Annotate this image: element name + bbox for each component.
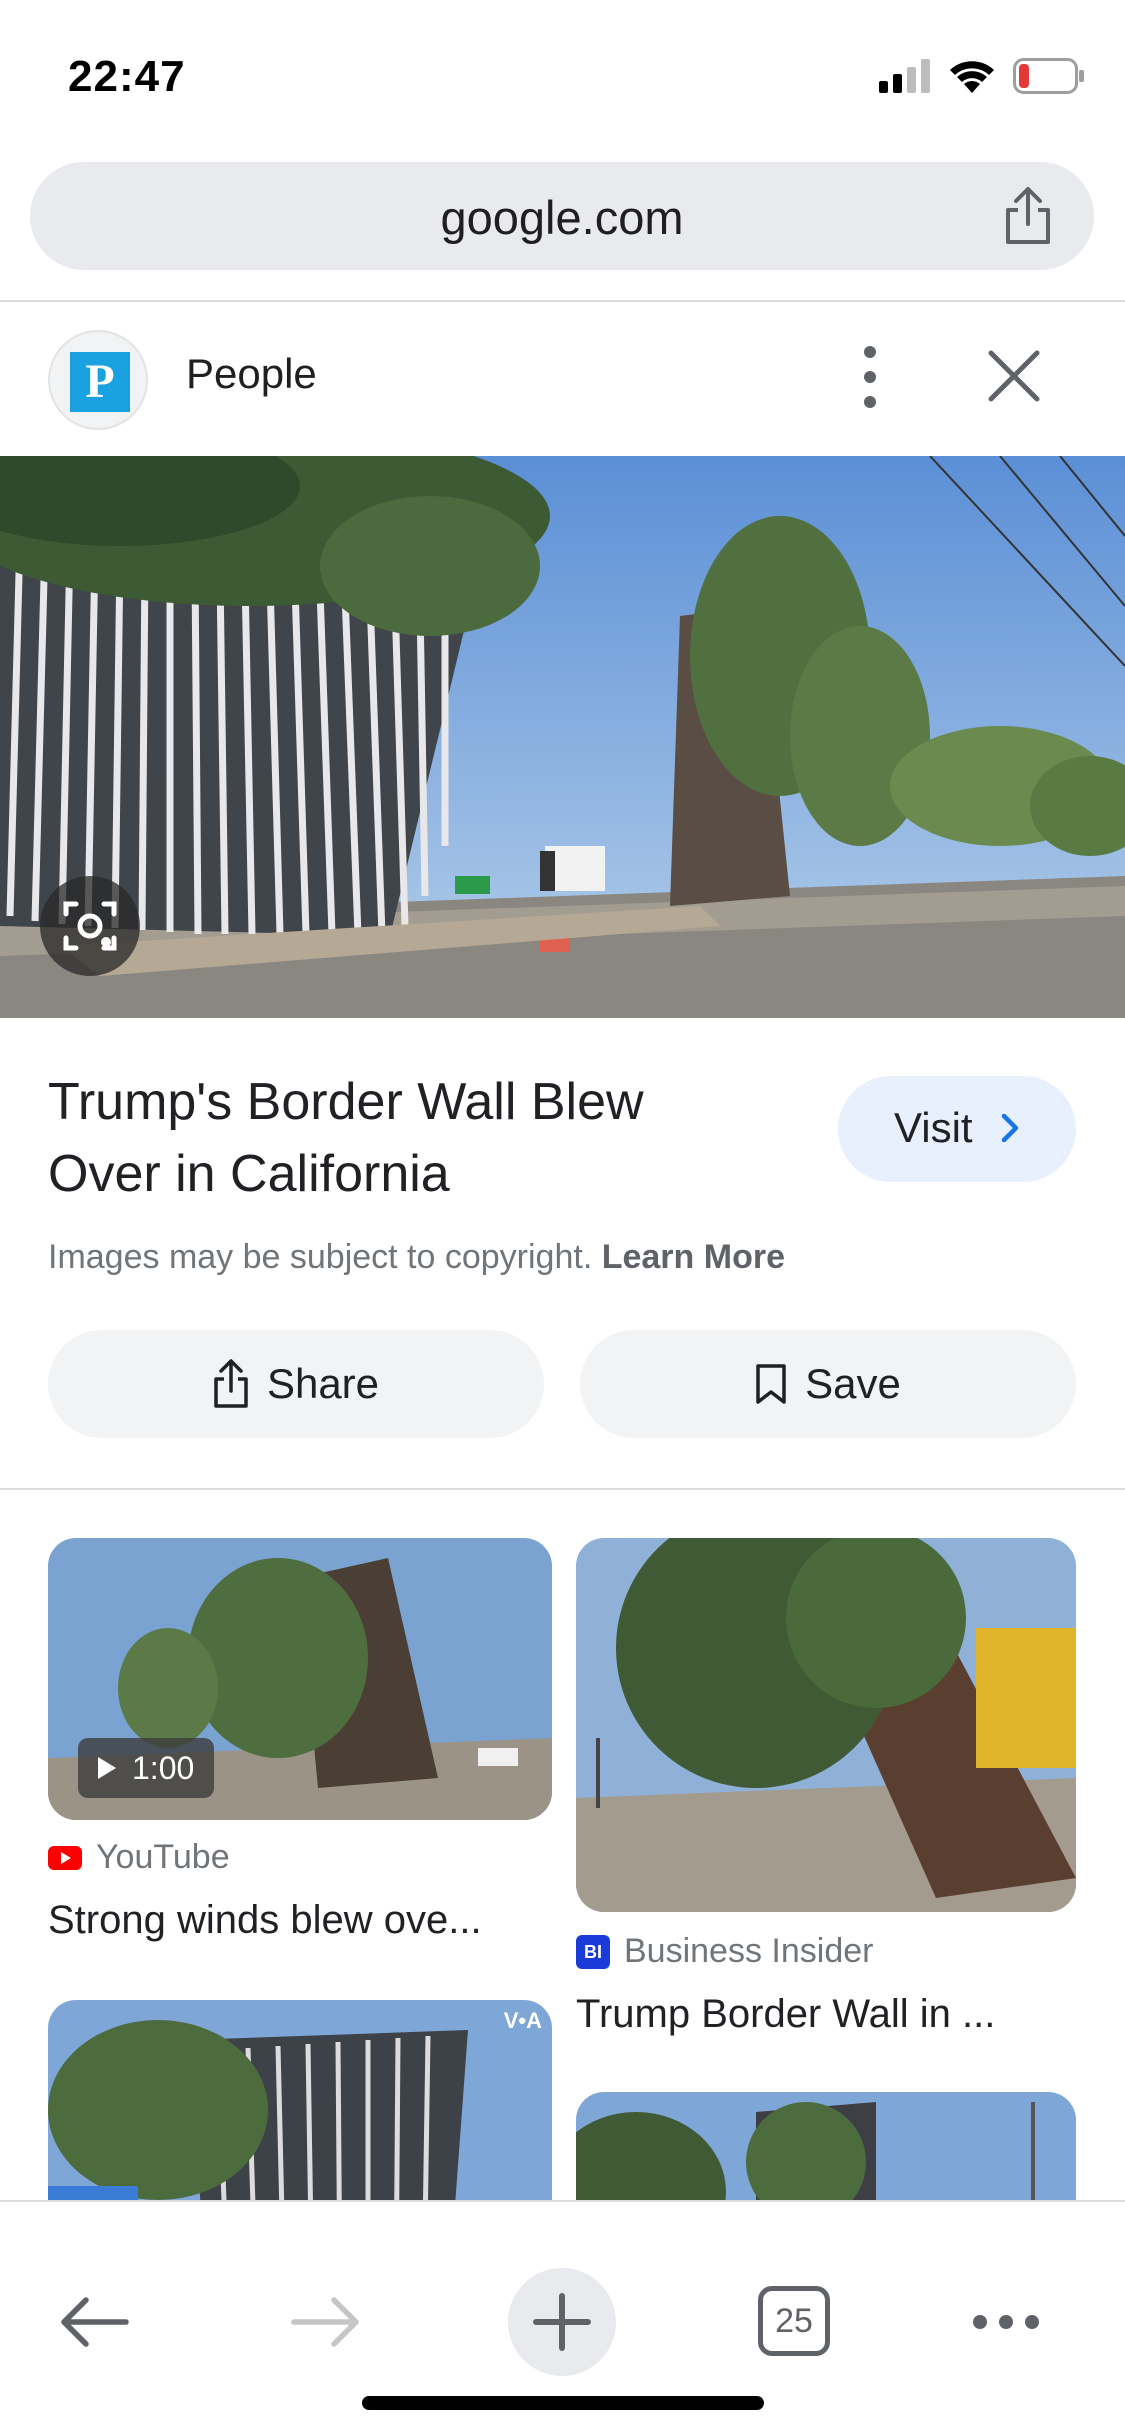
related-photo — [576, 1538, 1076, 1912]
learn-more-link[interactable]: Learn More — [602, 1238, 785, 1276]
related-card[interactable] — [576, 2092, 1076, 2392]
business-insider-icon: BI — [576, 1934, 610, 1969]
result-title: Trump's Border Wall Blew Over in Califor… — [48, 1073, 644, 1203]
youtube-icon — [48, 1845, 82, 1870]
battery-icon — [1013, 58, 1084, 94]
related-watermark: V•A — [503, 2008, 542, 2033]
related-source-name: Business Insider — [624, 1932, 874, 1970]
related-card[interactable]: 1:00 YouTube Strong winds blew ove... — [48, 1538, 552, 1958]
source-logo: P — [70, 352, 130, 412]
share-icon — [214, 1359, 248, 1408]
related-card[interactable]: V•A — [48, 2000, 552, 2300]
more-horizontal-icon[interactable] — [970, 2312, 1042, 2332]
lens-button[interactable] — [40, 876, 140, 976]
source-avatar[interactable]: P — [48, 330, 148, 430]
related-source: YouTube — [48, 1838, 230, 1877]
main-image[interactable] — [0, 456, 1125, 1018]
play-icon — [98, 1757, 116, 1779]
share-label: Share — [266, 1360, 380, 1407]
related-card[interactable]: BI Business Insider Trump Border Wall in… — [576, 1538, 1076, 2048]
divider — [0, 1488, 1125, 1490]
related-thumbnail[interactable]: 1:00 — [48, 1538, 552, 1820]
new-tab-button[interactable] — [508, 2268, 616, 2376]
status-bar: 22:47 — [0, 0, 1125, 150]
visit-button[interactable]: Visit — [838, 1076, 1076, 1182]
source-name[interactable]: People — [186, 350, 317, 398]
video-duration-badge: 1:00 — [78, 1738, 215, 1798]
related-title[interactable]: Strong winds blew ove... — [48, 1898, 552, 1943]
bookmark-icon — [756, 1364, 786, 1404]
border-wall-photo — [0, 456, 1125, 1018]
chevron-right-icon — [1001, 1113, 1019, 1143]
copyright-notice: Images may be subject to copyright. Lear… — [48, 1238, 785, 1277]
back-arrow-icon[interactable] — [58, 2294, 130, 2350]
lens-icon — [63, 901, 117, 951]
related-source-name: YouTube — [96, 1838, 230, 1876]
home-indicator[interactable] — [362, 2396, 764, 2410]
url-text[interactable]: google.com — [30, 190, 1094, 245]
status-icons — [879, 58, 1085, 94]
save-label: Save — [805, 1360, 901, 1407]
related-source: BI Business Insider — [576, 1932, 873, 1971]
related-thumbnail[interactable] — [576, 1538, 1076, 1912]
video-duration: 1:00 — [132, 1749, 195, 1786]
close-icon[interactable] — [985, 347, 1043, 405]
status-time: 22:47 — [68, 52, 186, 101]
share-icon[interactable] — [1002, 186, 1054, 246]
forward-arrow-icon[interactable] — [290, 2294, 362, 2350]
copyright-text: Images may be subject to copyright. — [48, 1238, 593, 1276]
save-button[interactable]: Save — [580, 1330, 1076, 1438]
related-title[interactable]: Trump Border Wall in ... — [576, 1992, 1076, 2037]
address-bar[interactable]: google.com — [30, 162, 1094, 270]
visit-label: Visit — [894, 1104, 973, 1151]
source-header: P People — [0, 302, 1125, 454]
share-button[interactable]: Share — [48, 1330, 544, 1438]
tab-switcher-button[interactable]: 25 — [758, 2286, 830, 2356]
wifi-icon — [950, 61, 994, 93]
more-vertical-icon[interactable] — [860, 342, 880, 412]
plus-icon — [533, 2293, 591, 2351]
cellular-signal-icon — [879, 59, 930, 93]
